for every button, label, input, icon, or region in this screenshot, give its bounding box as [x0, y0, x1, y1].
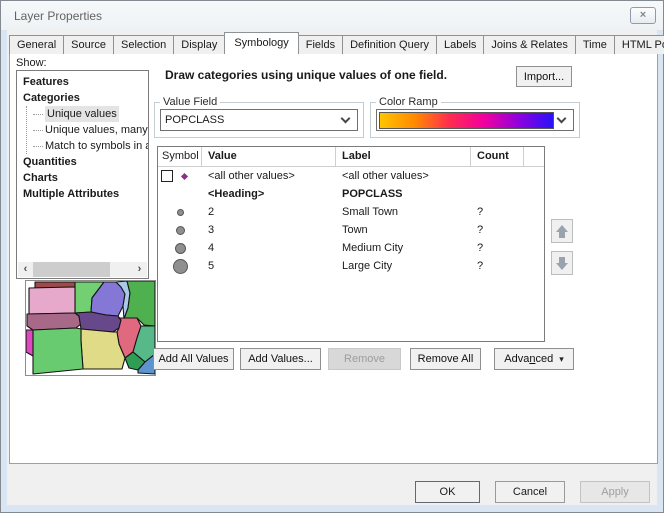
- tab-labels[interactable]: Labels: [436, 35, 484, 54]
- tree-connector: [33, 130, 43, 131]
- dialog-frame: Layer Properties × General Source Select…: [0, 0, 664, 513]
- scroll-left-icon[interactable]: ‹: [18, 262, 33, 277]
- tree-connector: [33, 114, 43, 115]
- tree-horizontal-scrollbar[interactable]: ‹ ›: [18, 262, 147, 277]
- table-row[interactable]: 3 Town ?: [158, 221, 544, 239]
- frame-strip-bottom: [1, 505, 663, 512]
- table-row[interactable]: 4 Medium City ?: [158, 239, 544, 257]
- tab-definition-query[interactable]: Definition Query: [342, 35, 437, 54]
- advanced-button[interactable]: Advanced ▾: [494, 348, 574, 370]
- all-other-values-checkbox[interactable]: [161, 170, 173, 182]
- scrollbar-track[interactable]: [33, 262, 132, 277]
- scroll-right-icon[interactable]: ›: [132, 262, 147, 277]
- tab-strip: General Source Selection Display Symbolo…: [9, 32, 664, 54]
- column-count: Count: [471, 147, 524, 167]
- advanced-label: Advanced: [504, 353, 553, 365]
- tab-fields[interactable]: Fields: [298, 35, 343, 54]
- move-down-button[interactable]: [551, 251, 573, 275]
- color-ramp-dropdown[interactable]: [376, 109, 574, 131]
- tab-general[interactable]: General: [9, 35, 64, 54]
- frame-strip-left: [1, 30, 7, 512]
- value-field-dropdown[interactable]: POPCLASS: [160, 109, 358, 131]
- dropdown-caret-icon: ▾: [559, 354, 564, 365]
- window-title: Layer Properties: [14, 9, 102, 23]
- table-row[interactable]: 2 Small Town ?: [158, 203, 544, 221]
- add-all-values-button[interactable]: Add All Values: [153, 348, 234, 370]
- color-ramp-group: Color Ramp: [370, 96, 580, 138]
- arrow-down-icon: [556, 257, 568, 270]
- column-symbol: Symbol: [158, 147, 202, 167]
- apply-button[interactable]: Apply: [580, 481, 650, 503]
- tree-item-multiple-attributes[interactable]: Multiple Attributes: [23, 186, 148, 202]
- table-row[interactable]: 5 Large City ?: [158, 257, 544, 275]
- point-symbol-icon[interactable]: [181, 172, 188, 179]
- tree-connector: [33, 146, 43, 147]
- scrollbar-thumb[interactable]: [33, 262, 110, 277]
- arrow-up-icon: [556, 225, 568, 238]
- tree-item-unique-values-many[interactable]: Unique values, many: [27, 122, 148, 138]
- tab-source[interactable]: Source: [63, 35, 114, 54]
- import-button[interactable]: Import...: [516, 66, 572, 87]
- tree-item-quantities[interactable]: Quantities: [23, 154, 148, 170]
- tab-html-popup[interactable]: HTML Popup: [614, 35, 664, 54]
- tab-display[interactable]: Display: [173, 35, 225, 54]
- remove-button[interactable]: Remove: [328, 348, 401, 370]
- remove-all-button[interactable]: Remove All: [410, 348, 481, 370]
- value-field-value: POPCLASS: [161, 114, 338, 126]
- point-symbol-icon[interactable]: [173, 259, 188, 274]
- table-row[interactable]: <Heading> POPCLASS: [158, 185, 544, 203]
- map-preview: [25, 280, 156, 376]
- value-field-group: Value Field POPCLASS: [154, 96, 364, 138]
- tree-item-features[interactable]: Features: [23, 74, 148, 90]
- color-ramp-label: Color Ramp: [376, 96, 441, 108]
- point-symbol-icon[interactable]: [177, 209, 184, 216]
- symbology-page: Show: Features Categories Unique values …: [9, 53, 658, 464]
- chevron-down-icon: [341, 113, 351, 123]
- tab-symbology[interactable]: Symbology: [224, 32, 298, 54]
- ok-button[interactable]: OK: [415, 481, 480, 503]
- chevron-down-icon: [557, 113, 567, 123]
- show-tree: Features Categories Unique values Unique…: [16, 70, 149, 279]
- column-value: Value: [202, 147, 336, 167]
- tab-joins-relates[interactable]: Joins & Relates: [483, 35, 575, 54]
- unique-values-table: Symbol Value Label Count <all other valu…: [157, 146, 545, 342]
- tree-item-charts[interactable]: Charts: [23, 170, 148, 186]
- tree-item-unique-values[interactable]: Unique values: [27, 106, 148, 122]
- column-spacer: [524, 147, 544, 167]
- map-preview-image: [26, 281, 155, 375]
- tree-item-categories[interactable]: Categories: [23, 90, 148, 106]
- table-row[interactable]: <all other values> <all other values>: [158, 167, 544, 185]
- tab-time[interactable]: Time: [575, 35, 615, 54]
- move-up-button[interactable]: [551, 219, 573, 243]
- color-ramp-swatch: [379, 112, 554, 129]
- panel-heading: Draw categories using unique values of o…: [165, 68, 515, 82]
- tree-item-match-to-symbols[interactable]: Match to symbols in a: [27, 138, 148, 154]
- layer-properties-dialog: Layer Properties × General Source Select…: [0, 0, 664, 513]
- point-symbol-icon[interactable]: [176, 226, 185, 235]
- tab-selection[interactable]: Selection: [113, 35, 174, 54]
- table-header: Symbol Value Label Count: [158, 147, 544, 167]
- column-label: Label: [336, 147, 471, 167]
- value-field-label: Value Field: [160, 96, 220, 108]
- cancel-button[interactable]: Cancel: [495, 481, 565, 503]
- titlebar: Layer Properties ×: [1, 1, 663, 30]
- close-icon[interactable]: ×: [630, 7, 656, 24]
- add-values-button[interactable]: Add Values...: [240, 348, 321, 370]
- show-label: Show:: [16, 57, 47, 69]
- point-symbol-icon[interactable]: [175, 243, 186, 254]
